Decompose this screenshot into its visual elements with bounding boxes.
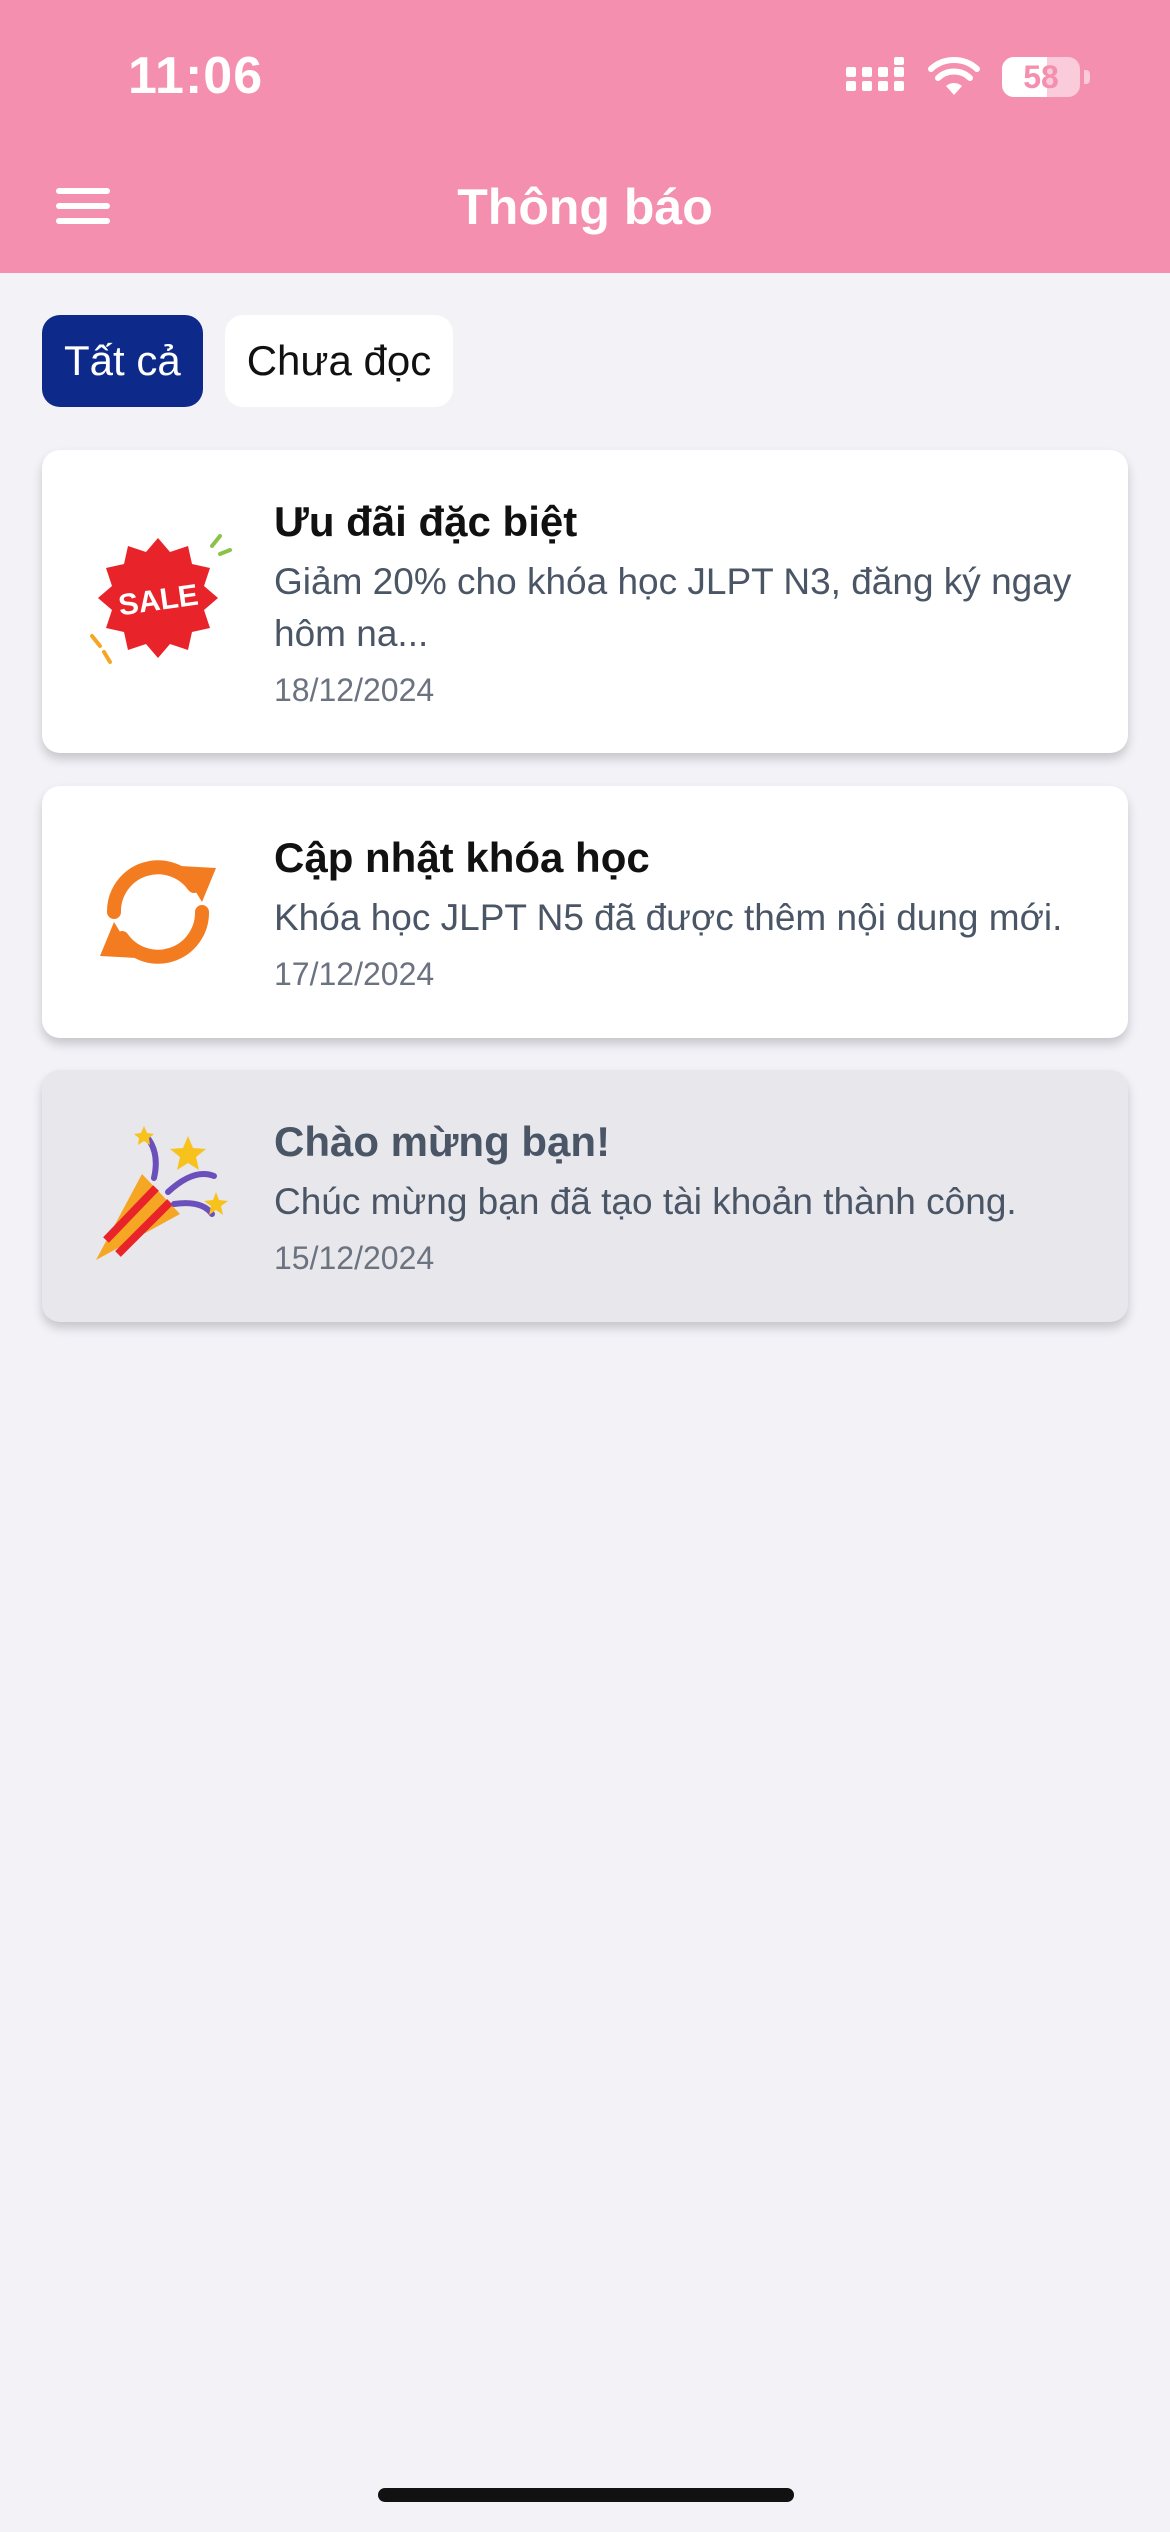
notification-content: Ưu đãi đặc biệt Giảm 20% cho khóa học JL… <box>274 494 1098 714</box>
status-icons: 58 <box>846 52 1090 102</box>
app-header: 11:06 58 Thông báo <box>0 0 1170 273</box>
filter-tabs: Tất cả Chưa đọc <box>42 315 454 407</box>
page-title: Thông báo <box>457 179 713 235</box>
status-time: 11:06 <box>128 47 264 105</box>
home-indicator[interactable] <box>378 2488 794 2502</box>
notification-date: 17/12/2024 <box>274 956 435 992</box>
notification-date: 18/12/2024 <box>274 672 435 708</box>
tab-unread[interactable]: Chưa đọc <box>224 315 454 407</box>
notification-body: Chúc mừng bạn đã tạo tài khoản thành côn… <box>274 1181 1017 1222</box>
party-popper-icon <box>96 1126 228 1260</box>
sale-badge-icon: SALE <box>90 534 232 664</box>
notification-title: Chào mừng bạn! <box>274 1118 611 1165</box>
tab-all[interactable]: Tất cả <box>42 315 203 407</box>
notification-title: Ưu đãi đặc biệt <box>274 498 578 545</box>
battery-nub <box>1084 70 1090 84</box>
battery-level: 58 <box>1023 58 1059 95</box>
notification-content: Chào mừng bạn! Chúc mừng bạn đã tạo tài … <box>274 1114 1098 1282</box>
refresh-arrows-icon <box>100 860 216 964</box>
notification-title: Cập nhật khóa học <box>274 834 650 881</box>
notification-card[interactable]: SALE Ưu đãi đặc biệt Giảm 20% cho khóa h… <box>42 450 1128 753</box>
notification-body: Khóa học JLPT N5 đã được thêm nội dung m… <box>274 897 1063 938</box>
cellular-signal-icon <box>846 57 904 91</box>
notification-card[interactable]: Cập nhật khóa học Khóa học JLPT N5 đã đư… <box>42 786 1128 1038</box>
wifi-icon <box>928 57 980 95</box>
notification-content: Cập nhật khóa học Khóa học JLPT N5 đã đư… <box>274 830 1098 998</box>
battery-icon: 58 <box>1002 57 1080 97</box>
notification-date: 15/12/2024 <box>274 1240 435 1276</box>
notification-body: Giảm 20% cho khóa học JLPT N3, đăng ký n… <box>274 561 1072 654</box>
notification-card[interactable]: Chào mừng bạn! Chúc mừng bạn đã tạo tài … <box>42 1070 1128 1322</box>
